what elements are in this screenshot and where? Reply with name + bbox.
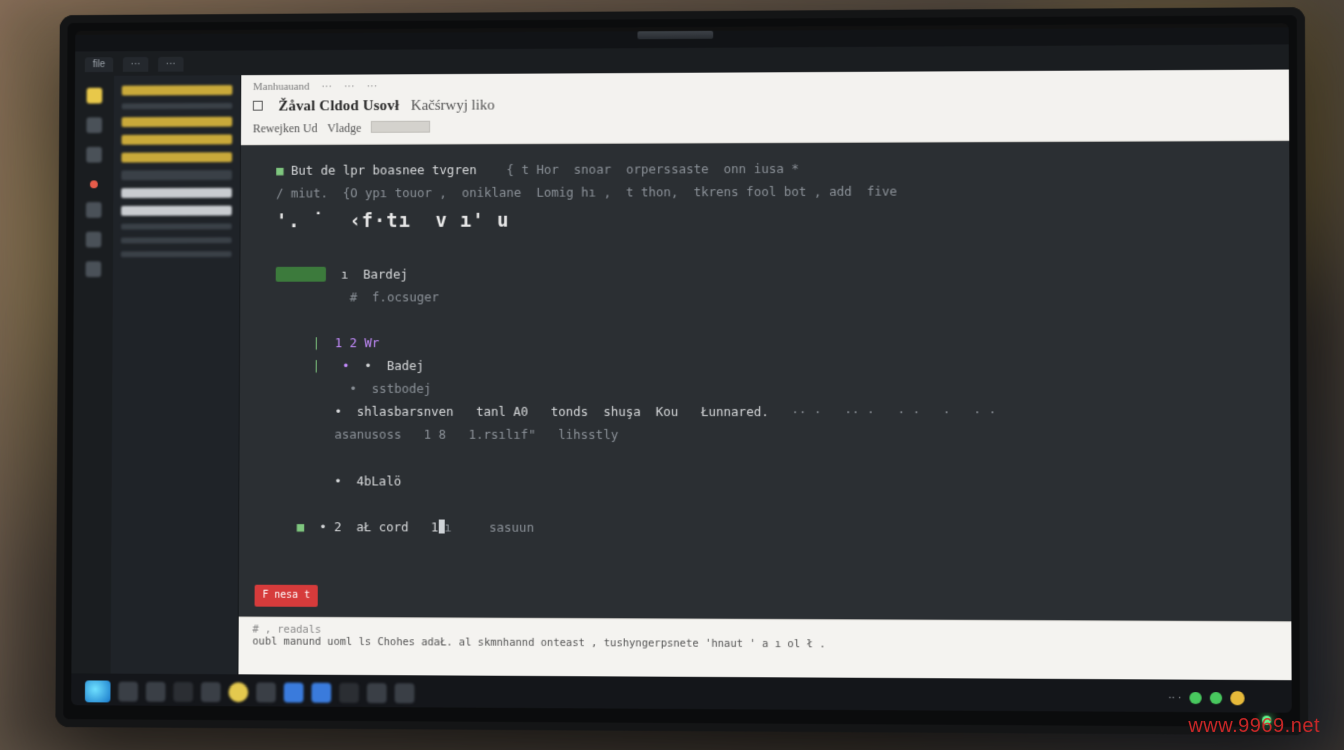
activity-bar <box>71 76 114 674</box>
activity-icon[interactable] <box>86 147 102 163</box>
side-item[interactable] <box>121 206 232 216</box>
tray-text: ·· · <box>1168 692 1181 703</box>
side-item[interactable] <box>121 134 232 144</box>
activity-icon[interactable] <box>86 261 102 277</box>
ide-tab[interactable]: file <box>85 57 113 72</box>
screen: file ··· ··· <box>71 23 1292 712</box>
taskbar-icon[interactable] <box>395 683 415 703</box>
doc-title-a: Žåval Cldod Usovł <box>278 98 399 115</box>
tray-icon[interactable] <box>1189 692 1201 704</box>
os-title-pill <box>637 31 713 39</box>
taskbar-icon[interactable] <box>256 682 276 702</box>
activity-icon[interactable] <box>86 232 102 248</box>
doc-header: Manhuauand ··· ··· ··· Žåval Cldod Usovł… <box>241 70 1289 146</box>
side-item[interactable] <box>121 251 232 257</box>
selection <box>276 266 326 281</box>
crumb-item[interactable]: ··· <box>366 80 377 92</box>
editor-main: Manhuauand ··· ··· ··· Žåval Cldod Usovł… <box>238 70 1291 681</box>
activity-icon[interactable] <box>86 117 102 133</box>
side-item[interactable] <box>121 237 232 243</box>
monitor-bezel: file ··· ··· <box>55 7 1308 735</box>
doc-sub-field[interactable] <box>371 121 430 133</box>
crumb-item[interactable]: ··· <box>321 81 332 93</box>
taskbar-icon[interactable] <box>311 683 331 703</box>
tray-icon[interactable] <box>1230 691 1244 705</box>
error-dot-icon <box>90 180 98 188</box>
taskbar-icon[interactable] <box>367 683 387 703</box>
side-item[interactable] <box>121 223 232 229</box>
activity-icon[interactable] <box>87 88 103 104</box>
ide-tab[interactable]: ··· <box>123 56 148 71</box>
tray-icon[interactable] <box>1210 692 1222 704</box>
side-item[interactable] <box>121 152 232 162</box>
doc-title-b: Kačśrwyj liko <box>411 98 495 115</box>
bottom-panel[interactable]: # , readals oubl manund uoml ls Chohes a… <box>238 617 1291 681</box>
taskbar-icon[interactable] <box>228 682 248 702</box>
side-item[interactable] <box>122 117 233 127</box>
doc-sub-a: Rewejken Ud <box>253 121 318 136</box>
watermark: www.9969.net <box>1188 715 1320 738</box>
taskbar-icon[interactable] <box>284 683 304 703</box>
taskbar[interactable]: ·· · <box>71 673 1292 712</box>
side-panel <box>111 75 242 674</box>
error-tag[interactable]: F nesa t <box>255 584 318 607</box>
side-item[interactable] <box>122 85 233 95</box>
taskbar-icon[interactable] <box>146 682 166 702</box>
side-item[interactable] <box>122 103 233 109</box>
crumb-item[interactable]: ··· <box>344 81 355 93</box>
taskbar-icon[interactable] <box>339 683 359 703</box>
taskbar-icon[interactable] <box>118 682 138 702</box>
doc-sub-b: Vladge <box>327 121 361 136</box>
activity-icon[interactable] <box>86 202 102 218</box>
side-item[interactable] <box>121 188 232 198</box>
taskbar-icon[interactable] <box>173 682 193 702</box>
code-editor[interactable]: ■ But de lpr boasnee tvgren { t Hor snoa… <box>239 141 1292 621</box>
crumb-item[interactable]: Manhuauand <box>253 81 309 93</box>
start-button[interactable] <box>85 680 111 702</box>
ide-tab[interactable]: ··· <box>158 56 184 71</box>
taskbar-icon[interactable] <box>201 682 221 702</box>
system-tray[interactable]: ·· · <box>1168 691 1244 706</box>
side-item[interactable] <box>121 170 232 180</box>
checkbox-icon[interactable] <box>253 101 263 111</box>
